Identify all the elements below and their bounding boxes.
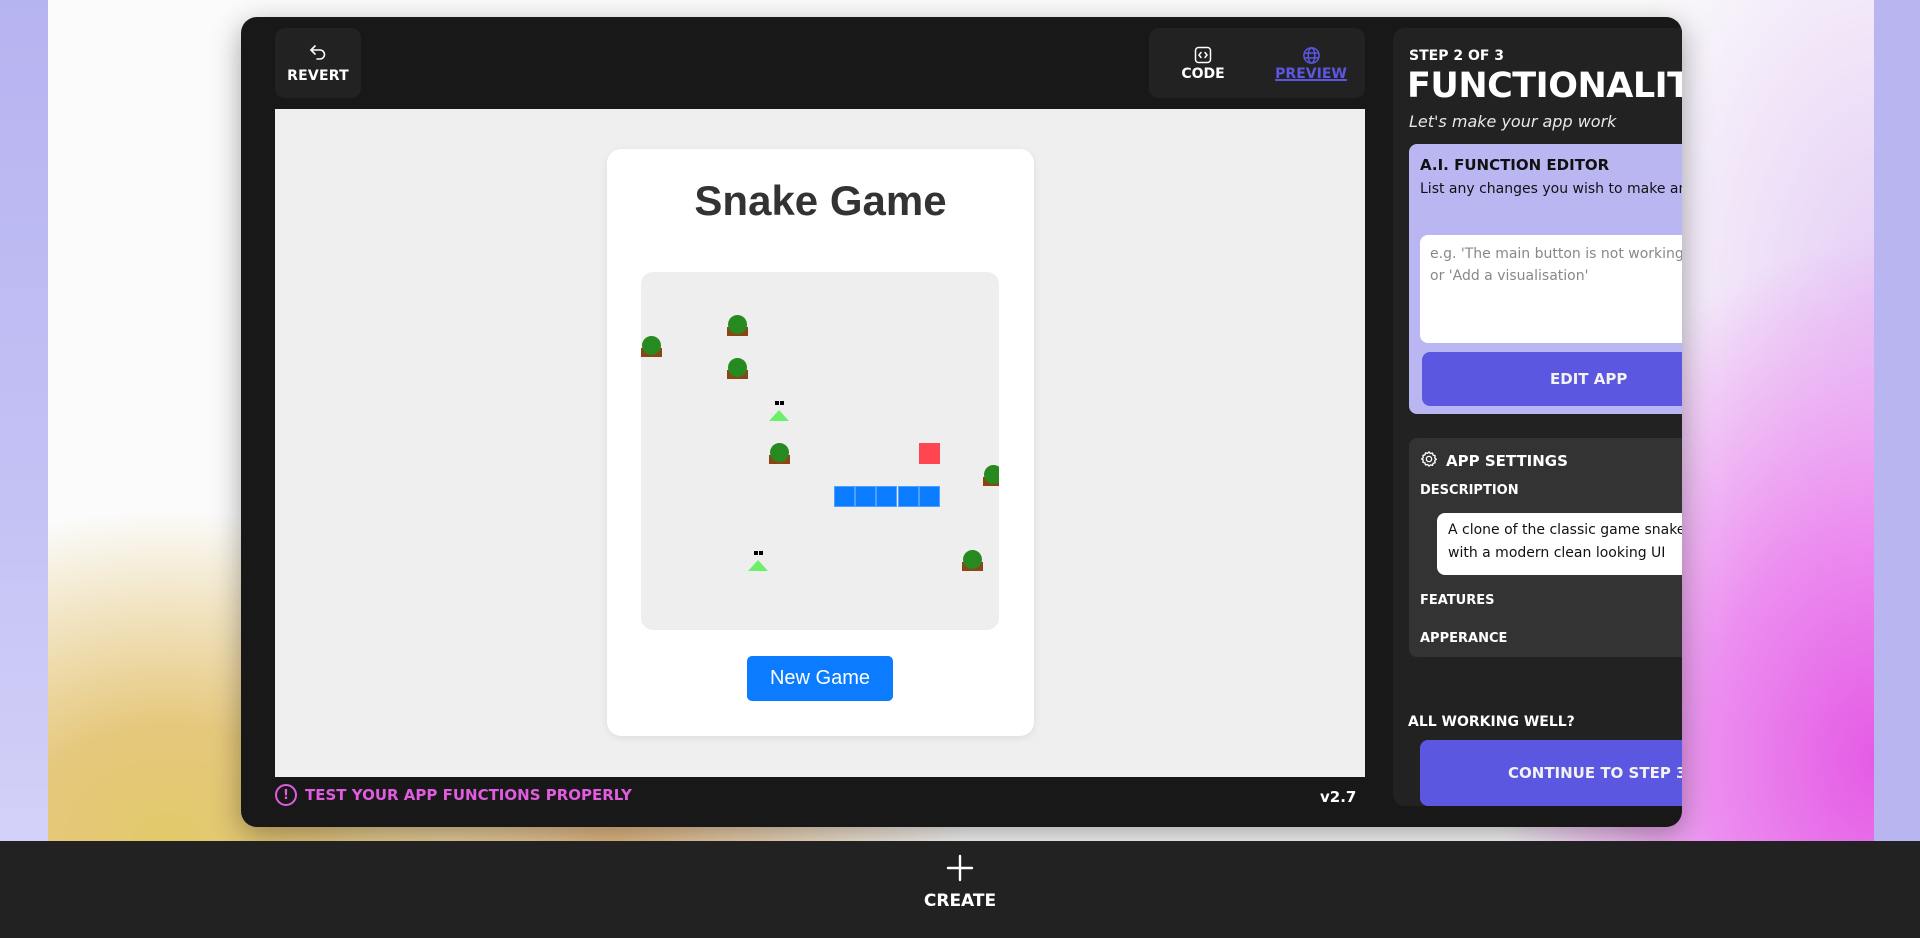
tab-preview[interactable]: PREVIEW — [1257, 28, 1365, 98]
tab-code[interactable]: CODE — [1149, 28, 1257, 98]
food-item — [919, 443, 941, 465]
background-strip-right — [1874, 0, 1920, 841]
tree-obstacle — [726, 314, 748, 336]
view-toggle: CODE PREVIEW — [1149, 28, 1365, 98]
enemy-body — [748, 560, 768, 572]
background-strip-left — [0, 0, 48, 841]
game-board[interactable] — [641, 272, 999, 630]
bottom-bar: CREATE — [0, 841, 1920, 938]
test-warning-text: TEST YOUR APP FUNCTIONS PROPERLY — [305, 786, 632, 804]
tree-crown — [727, 357, 747, 377]
undo-arrow-icon — [308, 42, 328, 66]
enemy-creature — [769, 400, 790, 422]
app-settings-header[interactable]: APP SETTINGS — [1420, 450, 1568, 472]
all-working-label: ALL WORKING WELL? — [1408, 714, 1575, 730]
exclamation-circle-icon: ! — [275, 784, 297, 806]
ai-changes-input[interactable] — [1420, 235, 1682, 343]
snake-segment — [919, 486, 941, 507]
tree-crown — [727, 314, 747, 334]
snake-game-card: Snake Game New Game — [607, 149, 1034, 736]
snake-segment — [855, 486, 876, 507]
enemy-eye — [780, 401, 785, 406]
app-builder-frame: REVERT CODE PREVIEW Snake Game New Game … — [241, 17, 1682, 827]
app-settings: APP SETTINGS DESCRIPTION A clone of the … — [1409, 438, 1682, 657]
create-label: CREATE — [923, 891, 997, 911]
snake-segment — [897, 486, 919, 507]
app-settings-title: APP SETTINGS — [1446, 452, 1568, 470]
plus-icon — [945, 853, 975, 887]
features-section[interactable]: FEATURES — [1420, 593, 1495, 608]
description-label: DESCRIPTION — [1420, 483, 1519, 498]
appearance-section[interactable]: APPERANCE — [1420, 631, 1507, 646]
tree-obstacle — [726, 357, 748, 379]
snake-segment — [876, 486, 898, 507]
step-subtitle: Let's make your app work — [1409, 112, 1617, 131]
ai-function-editor: A.I. FUNCTION EDITOR List any changes yo… — [1409, 144, 1682, 414]
tree-obstacle — [962, 550, 983, 572]
snake-segment — [833, 486, 855, 507]
globe-icon — [1302, 44, 1321, 66]
gear-icon — [1420, 450, 1438, 472]
enemy-eye — [759, 551, 763, 556]
game-title: Snake Game — [694, 177, 947, 224]
step-title: FUNCTIONALITY — [1407, 66, 1682, 106]
step-indicator: STEP 2 OF 3 — [1409, 48, 1505, 64]
ai-editor-title: A.I. FUNCTION EDITOR — [1420, 156, 1610, 174]
ai-editor-description: List any changes you wish to make and is… — [1420, 181, 1682, 197]
create-button[interactable]: CREATE — [924, 853, 996, 911]
tree-crown — [984, 464, 999, 484]
step-panel: STEP 2 OF 3 FUNCTIONALITY Let's make you… — [1393, 28, 1682, 806]
tree-obstacle — [769, 443, 791, 465]
continue-to-step-3-button[interactable]: CONTINUE TO STEP 3 — [1420, 740, 1682, 806]
app-preview: Snake Game New Game — [275, 109, 1365, 777]
revert-button[interactable]: REVERT — [275, 28, 361, 98]
tree-obstacle — [983, 464, 999, 486]
tree-obstacle — [641, 336, 662, 358]
enemy-eye — [754, 551, 758, 556]
enemy-body — [769, 410, 790, 422]
test-warning: ! TEST YOUR APP FUNCTIONS PROPERLY — [275, 784, 632, 806]
new-game-button[interactable]: New Game — [747, 656, 893, 701]
tab-preview-label: PREVIEW — [1275, 66, 1347, 82]
code-brackets-icon — [1194, 44, 1212, 66]
enemy-eye — [775, 401, 780, 406]
version-label: v2.7 — [1320, 788, 1357, 806]
description-field[interactable]: A clone of the classic game snake with a… — [1437, 513, 1682, 575]
revert-label: REVERT — [287, 68, 349, 84]
enemy-creature — [748, 550, 769, 572]
edit-app-button[interactable]: EDIT APP — [1422, 352, 1682, 406]
tab-code-label: CODE — [1181, 66, 1225, 82]
